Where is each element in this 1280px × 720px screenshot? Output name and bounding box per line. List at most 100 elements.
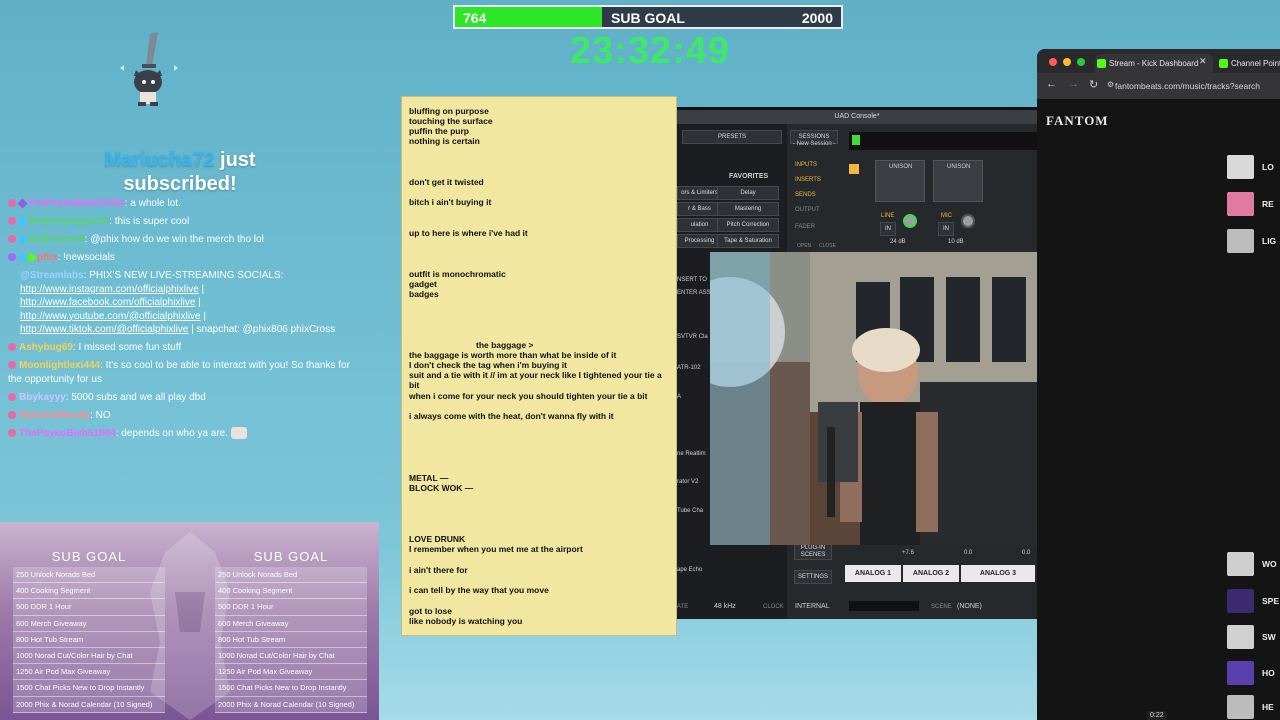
stream-timer: 23:32:49 — [569, 30, 731, 72]
site-info-icon[interactable]: ⚙ — [1107, 80, 1114, 89]
fav-item[interactable]: Pitch Correction — [717, 218, 779, 232]
sub-goal-item: 1000 Norad Cut/Color Hair by Chat — [13, 647, 165, 665]
track-row[interactable]: LO — [1227, 155, 1280, 179]
mic-label: MIC — [941, 213, 952, 219]
minimize-window-icon[interactable] — [1063, 58, 1071, 66]
link-separator: | — [195, 297, 201, 308]
chat-username[interactable]: Moonlightlexi444 — [19, 360, 100, 371]
close-button[interactable]: CLOSE — [819, 243, 836, 249]
chat-username[interactable]: Bbykayyy — [19, 392, 66, 403]
mod-badge-icon — [26, 252, 37, 263]
track-row[interactable]: SW — [1227, 625, 1280, 649]
track-title: LIG — [1262, 236, 1277, 246]
channel-analog-2[interactable]: ANALOG 2 — [903, 565, 959, 582]
link-separator: | — [200, 310, 206, 322]
instagram-link[interactable]: http://www.instagram.com/officialphixliv… — [20, 284, 199, 295]
fav-item[interactable]: ulation — [677, 218, 722, 232]
open-button[interactable]: OPEN — [797, 243, 811, 249]
chat-username[interactable]: Megomyeggo219 — [28, 216, 109, 227]
forward-icon[interactable]: → — [1068, 78, 1079, 90]
channel-analog-1[interactable]: ANALOG 1 — [845, 565, 901, 582]
back-icon[interactable]: ← — [1046, 78, 1057, 90]
sub-badge-icon — [8, 392, 16, 401]
sends-toggle[interactable]: SENDS — [795, 192, 816, 198]
chat-username[interactable]: Ashybug69 — [19, 342, 73, 353]
sub-goal-item: 800 Hot Tub Stream — [215, 631, 367, 648]
chat-text: : PHIX'S NEW LIVE-STREAMING SOCIALS: — [83, 270, 284, 281]
tab-kick-dashboard[interactable]: Stream - Kick Dashboard — [1095, 54, 1213, 73]
sub-goal-item: 500 DDR 1 Hour — [13, 599, 165, 616]
meter-led — [852, 135, 860, 145]
track-row[interactable]: HO — [1227, 661, 1280, 685]
lyrics-line: METAL — — [409, 473, 449, 483]
close-window-icon[interactable] — [1049, 58, 1057, 66]
sub-goal-current: 764 — [463, 10, 487, 26]
chat-username[interactable]: ThePsykoBish51884 — [28, 198, 125, 209]
plugin-label[interactable]: SVTVR Cla — [677, 334, 708, 340]
chat-username[interactable]: MsBrianna8 — [28, 234, 85, 245]
sub-goal-item: 2000 Phix & Norad Calendar (10 Signed) — [13, 696, 165, 713]
track-row[interactable]: SPE — [1227, 589, 1280, 613]
tab-title: Stream - Kick Dashboard — [1109, 59, 1199, 68]
plugin-label[interactable]: Tube Cha — [677, 508, 703, 514]
fav-item[interactable]: r & Bass — [677, 202, 722, 216]
fav-item[interactable]: Tape & Saturation — [717, 234, 779, 248]
facebook-link[interactable]: http://www.facebook.com/officialphixlive — [20, 297, 195, 308]
fantom-logo[interactable]: FANTOM — [1046, 113, 1109, 129]
track-title: SW — [1262, 632, 1276, 642]
chat-username[interactable]: phix — [37, 252, 58, 263]
chat-username[interactable]: @Streamlabs — [20, 270, 84, 281]
lyrics-line: touching the surface — [409, 116, 493, 126]
close-tab-icon[interactable]: ✕ — [1199, 56, 1207, 67]
channel-analog-3[interactable]: ANALOG 3 — [961, 565, 1035, 582]
tab-title: Channel Points — [1231, 59, 1280, 68]
track-thumbnail — [1227, 229, 1254, 253]
chat-username[interactable]: NatashaMoody — [19, 410, 90, 421]
gain-knob-2[interactable] — [961, 214, 975, 228]
chat-username[interactable]: ThePsykoBish51884 — [19, 428, 116, 439]
plugin-label[interactable]: rator V2 — [677, 479, 698, 485]
track-row[interactable]: HE — [1227, 695, 1280, 719]
fav-item[interactable]: Processing — [677, 234, 722, 248]
line-label: LINE — [881, 213, 895, 219]
lyrics-notepad[interactable]: bluffing on purpose touching the surface p… — [401, 96, 677, 636]
clock-label: CLOCK — [763, 604, 784, 610]
fader-toggle[interactable]: FADER — [795, 224, 815, 230]
plugin-label[interactable]: ape Echo — [677, 567, 702, 573]
sub-goal-item: 1500 Chat Picks New to Drop Instantly — [13, 680, 165, 697]
mic-in-button[interactable]: IN — [938, 222, 954, 236]
url-input[interactable]: fantombeats.com/music/tracks?search — [1115, 79, 1280, 94]
track-thumbnail — [1227, 589, 1254, 613]
track-row[interactable]: RE — [1227, 192, 1280, 216]
reload-icon[interactable]: ↻ — [1089, 78, 1098, 91]
inserts-toggle[interactable]: INSERTS — [795, 177, 821, 183]
fav-item[interactable]: Delay — [717, 186, 779, 200]
presets-tab[interactable]: PRESETS — [682, 130, 782, 144]
plugin-scenes-button[interactable]: PLUG-IN SCENES — [794, 544, 832, 560]
tab-channel-points[interactable]: Channel Points — [1217, 54, 1280, 73]
output-toggle[interactable]: OUTPUT — [795, 207, 820, 213]
sample-rate: 48 kHz — [714, 603, 736, 610]
line-in-button[interactable]: IN — [880, 222, 896, 236]
plugin-label[interactable]: ne Realtim — [677, 451, 706, 457]
track-row[interactable]: WO — [1227, 552, 1280, 576]
fav-item[interactable]: Mastering — [717, 202, 779, 216]
lyrics-line: I remember when you met me at the airpor… — [409, 544, 583, 554]
plugin-label[interactable]: A — [677, 394, 681, 400]
plugin-label[interactable]: ATR-102 — [677, 365, 701, 371]
track-row[interactable]: LIG — [1227, 229, 1280, 253]
track-title: HO — [1262, 668, 1275, 678]
chat-message: Bbykayyy: 5000 subs and we all play dbd — [8, 391, 360, 405]
alert-text-line1: just — [214, 149, 256, 171]
lyrics-line: the baggage is worth more than what be i… — [409, 350, 617, 360]
gain-knob-1[interactable] — [903, 214, 917, 228]
fav-item[interactable]: ors & Limiters — [677, 186, 722, 200]
sub-badge-icon — [8, 235, 16, 244]
tiktok-link[interactable]: http://www.tiktok.com/@officialphixlive — [20, 324, 188, 335]
maximize-window-icon[interactable] — [1077, 58, 1085, 66]
lyrics-line: when i come for your neck you should tig… — [409, 391, 648, 401]
inputs-toggle[interactable]: INPUTS — [795, 162, 817, 168]
sub-badge-icon — [8, 410, 16, 419]
settings-button[interactable]: SETTINGS — [794, 570, 832, 584]
youtube-link[interactable]: http://www.youtube.com/@officialphixlive — [20, 311, 201, 322]
